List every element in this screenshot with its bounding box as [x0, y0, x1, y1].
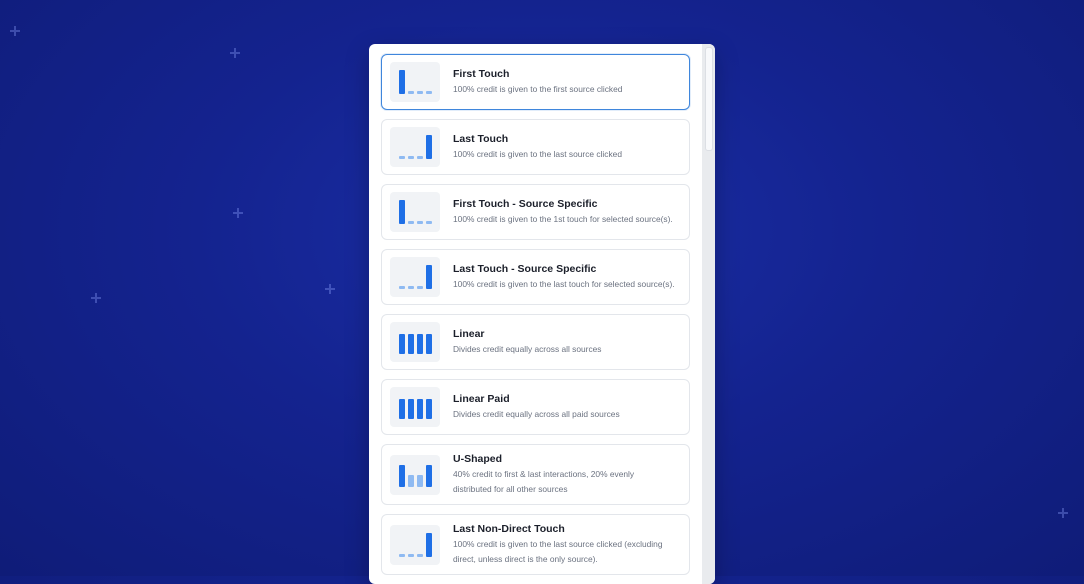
model-title: Last Touch - Source Specific: [453, 263, 597, 275]
model-title: First Touch: [453, 68, 510, 80]
first-touch-icon: [390, 62, 440, 102]
model-option-first-touch-source-specific[interactable]: First Touch - Source Specific 100% credi…: [381, 184, 690, 240]
model-title: Last Touch: [453, 133, 509, 145]
last-touch-icon: [390, 127, 440, 167]
model-option-linear[interactable]: Linear Divides credit equally across all…: [381, 314, 690, 370]
model-title: Linear Paid: [453, 393, 510, 405]
scrollbar-thumb[interactable]: [705, 47, 713, 151]
linear-icon: [390, 387, 440, 427]
model-title: Last Non-Direct Touch: [453, 523, 565, 535]
model-title: First Touch - Source Specific: [453, 198, 598, 210]
model-option-first-touch[interactable]: First Touch 100% credit is given to the …: [381, 54, 690, 110]
model-description: Divides credit equally across all paid s…: [453, 409, 620, 419]
u-shaped-icon: [390, 454, 440, 495]
model-description: 100% credit is given to the last touch f…: [453, 279, 675, 289]
background-sparkle: [10, 26, 20, 36]
model-option-last-touch-source-specific[interactable]: Last Touch - Source Specific 100% credit…: [381, 249, 690, 305]
model-description-line: distributed for all other sources: [453, 484, 568, 494]
scrollbar[interactable]: [702, 44, 715, 584]
last-touch-icon: [390, 524, 440, 565]
model-description: Divides credit equally across all source…: [453, 344, 602, 354]
background-sparkle: [233, 208, 243, 218]
background-sparkle: [91, 293, 101, 303]
model-title: U-Shaped: [453, 453, 503, 465]
background-sparkle: [325, 284, 335, 294]
model-description-line: 100% credit is given to the last source …: [453, 539, 663, 549]
linear-icon: [390, 322, 440, 362]
background-sparkle: [1058, 508, 1068, 518]
model-description: 100% credit is given to the last source …: [453, 149, 622, 159]
last-touch-icon: [390, 257, 440, 297]
model-description: 100% credit is given to the first source…: [453, 84, 623, 94]
first-touch-icon: [390, 192, 440, 232]
model-description-line: 40% credit to first & last interactions,…: [453, 469, 635, 479]
model-description-line: direct, unless direct is the only source…: [453, 554, 598, 564]
attribution-model-panel: First Touch 100% credit is given to the …: [369, 44, 715, 584]
attribution-model-list: First Touch 100% credit is given to the …: [381, 54, 690, 584]
model-option-last-non-direct-touch[interactable]: Last Non-Direct Touch 100% credit is giv…: [381, 514, 690, 575]
model-title: Linear: [453, 328, 485, 340]
model-option-linear-paid[interactable]: Linear Paid Divides credit equally acros…: [381, 379, 690, 435]
background-sparkle: [230, 48, 240, 58]
model-option-last-touch[interactable]: Last Touch 100% credit is given to the l…: [381, 119, 690, 175]
model-description: 100% credit is given to the last source …: [453, 537, 662, 567]
model-description: 40% credit to first & last interactions,…: [453, 467, 634, 497]
model-description: 100% credit is given to the 1st touch fo…: [453, 214, 673, 224]
model-option-u-shaped[interactable]: U-Shaped 40% credit to first & last inte…: [381, 444, 690, 505]
